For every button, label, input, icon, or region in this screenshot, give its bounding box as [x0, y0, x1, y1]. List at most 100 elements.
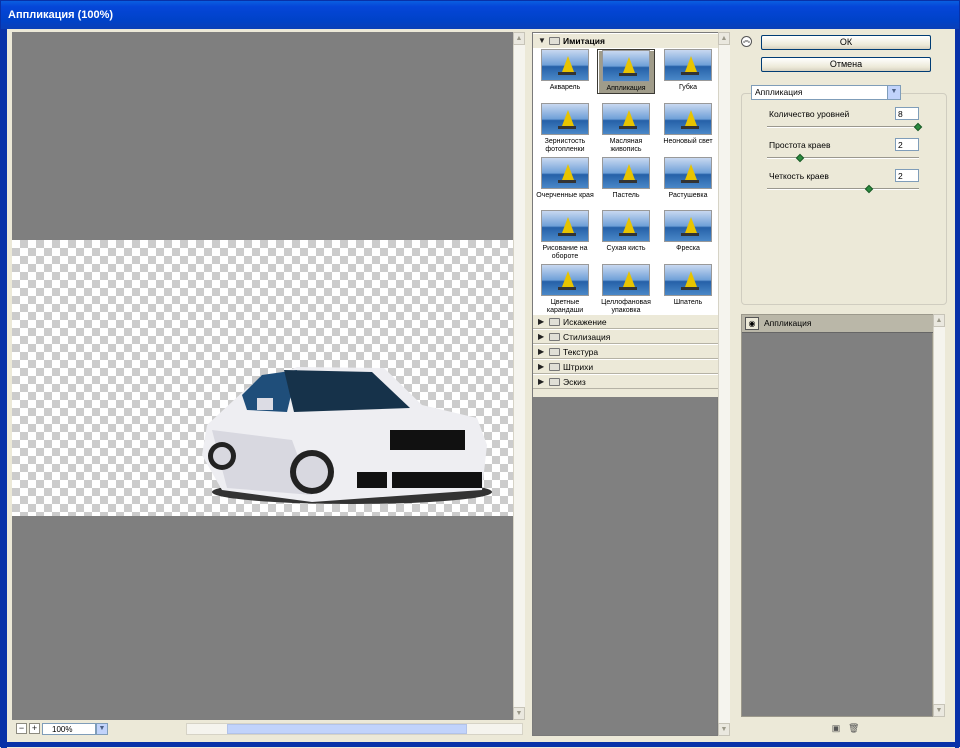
thumbnail-image — [602, 50, 650, 82]
filter-thumbnail[interactable]: Масляная живопись — [597, 103, 655, 154]
thumbnail-image — [541, 103, 589, 135]
triangle-right-icon: ▶ — [538, 347, 545, 356]
thumbnail-label: Шпатель — [673, 299, 703, 306]
thumbnail-label: Неоновый свет — [663, 138, 713, 145]
filter-thumbnail[interactable]: Растушевка — [659, 157, 717, 200]
eye-icon[interactable]: ◉ — [745, 317, 759, 330]
filter-select-value: Аппликация — [755, 87, 803, 97]
scroll-down-icon[interactable]: ▼ — [933, 704, 945, 717]
thumbnail-label: Зернистость фотопленки — [544, 138, 586, 153]
filter-thumbnail[interactable]: Очерченные края — [536, 157, 594, 200]
gallery-vertical-scrollbar[interactable]: ▲ ▼ — [718, 32, 730, 736]
thumbnail-image — [664, 157, 712, 189]
preview-area[interactable] — [12, 32, 513, 720]
filter-thumbnail[interactable]: Акварель — [536, 49, 594, 92]
folder-icon — [549, 363, 560, 371]
param-value-field[interactable]: 2 — [895, 138, 919, 151]
folder-icon — [549, 378, 560, 386]
param-value-field[interactable]: 2 — [895, 169, 919, 182]
window-frame-right — [955, 29, 959, 748]
param-slider[interactable] — [767, 184, 919, 194]
window-frame-left — [1, 29, 7, 748]
preview-horizontal-scrollbar[interactable] — [186, 723, 523, 735]
thumbnail-image — [541, 210, 589, 242]
new-layer-icon[interactable]: ▣ — [831, 724, 841, 734]
thumbnail-label: Растушевка — [668, 192, 708, 199]
param-value-field[interactable]: 8 — [895, 107, 919, 120]
preview-vertical-scrollbar[interactable]: ▲ ▼ — [513, 32, 525, 720]
chevron-up-icon[interactable]: ︽ — [741, 36, 752, 47]
thumbnail-image — [602, 210, 650, 242]
filter-thumbnail[interactable]: Целлофановая упаковка — [597, 264, 655, 315]
car-image — [202, 367, 492, 504]
filter-thumbnail[interactable]: Губка — [659, 49, 717, 92]
filter-thumbnail[interactable]: Пастель — [597, 157, 655, 200]
thumbnail-label: Пастель — [612, 192, 640, 199]
category-item[interactable]: ▶ Эскиз — [533, 374, 719, 389]
scroll-down-icon[interactable]: ▼ — [513, 707, 525, 720]
cancel-button[interactable]: Отмена — [761, 57, 931, 72]
thumbnail-image — [541, 157, 589, 189]
window-frame-bottom — [1, 742, 960, 746]
category-label: Штрихи — [563, 362, 594, 372]
zoom-out-button[interactable]: − — [16, 723, 27, 734]
scroll-up-icon[interactable]: ▲ — [513, 32, 525, 45]
triangle-right-icon: ▶ — [538, 317, 545, 326]
filter-thumbnail[interactable]: Сухая кисть — [597, 210, 655, 253]
filter-layers-panel: ◉ Аппликация — [741, 314, 933, 717]
chevron-down-icon[interactable]: ▼ — [887, 86, 900, 99]
thumbnail-label: Аппликация — [606, 85, 646, 92]
thumbnail-label: Масляная живопись — [609, 138, 643, 153]
scroll-up-icon[interactable]: ▲ — [933, 314, 945, 327]
thumbnail-label: Очерченные края — [536, 192, 594, 199]
filter-gallery: ▼ Имитация Акварель Аппликация Губка Зернис… — [532, 32, 719, 736]
thumbnail-image — [664, 49, 712, 81]
category-item[interactable]: ▶ Стилизация — [533, 329, 719, 344]
title-bar[interactable]: Аппликация (100%) — [1, 1, 959, 29]
filter-layer-row[interactable]: ◉ Аппликация — [742, 315, 933, 333]
category-item[interactable]: ▶ Текстура — [533, 344, 719, 359]
category-imitation[interactable]: ▼ Имитация — [533, 33, 719, 48]
folder-icon — [549, 348, 560, 356]
param-slider[interactable] — [767, 122, 923, 132]
category-item[interactable]: ▶ Штрихи — [533, 359, 719, 374]
filter-thumbnail[interactable]: Шпатель — [659, 264, 717, 307]
scroll-up-icon[interactable]: ▲ — [718, 32, 730, 45]
filter-thumbnail[interactable]: Неоновый свет — [659, 103, 717, 146]
filter-thumbnail[interactable]: Зернистость фотопленки — [536, 103, 594, 154]
folder-icon — [549, 318, 560, 326]
category-label: Эскиз — [563, 377, 586, 387]
filter-category-list: ▼ Имитация Акварель Аппликация Губка Зернис… — [533, 33, 719, 397]
chevron-down-icon[interactable]: ▼ — [96, 723, 108, 735]
thumbnail-image — [664, 264, 712, 296]
filter-thumbnail[interactable]: Рисование на обороте — [536, 210, 594, 261]
filter-thumbnail[interactable]: Аппликация — [597, 49, 655, 94]
filter-thumbnail[interactable]: Цветные карандаши — [536, 264, 594, 315]
thumbnail-label: Цветные карандаши — [546, 299, 584, 314]
param-label: Простота краев — [769, 140, 831, 150]
window-title: Аппликация (100%) — [8, 9, 114, 21]
thumbnail-label: Фреска — [676, 245, 700, 252]
triangle-right-icon: ▶ — [538, 362, 545, 371]
filter-gallery-window: Аппликация (100%) ▲ ▼ − + 100% ▼ ▼ Имита… — [0, 0, 960, 748]
zoom-in-button[interactable]: + — [29, 723, 40, 734]
zoom-level-field[interactable]: 100% — [42, 723, 96, 735]
layers-vertical-scrollbar[interactable]: ▲ ▼ — [933, 314, 945, 717]
category-label: Имитация — [563, 36, 605, 46]
trash-icon[interactable]: 🗑 — [848, 724, 859, 734]
preview-toolbar: − + 100% ▼ — [12, 721, 525, 736]
param-slider[interactable] — [767, 153, 919, 163]
category-item[interactable]: ▶ Искажение — [533, 314, 719, 329]
filter-select[interactable]: Аппликация ▼ — [751, 85, 901, 100]
ok-button[interactable]: ОК — [761, 35, 931, 50]
thumbnail-image — [602, 157, 650, 189]
thumbnail-label: Рисование на обороте — [542, 245, 588, 260]
folder-icon — [549, 37, 560, 45]
thumbnail-label: Сухая кисть — [606, 245, 646, 252]
layer-name: Аппликация — [764, 318, 812, 328]
thumbnail-image — [541, 49, 589, 81]
scroll-down-icon[interactable]: ▼ — [718, 723, 730, 736]
filter-thumbnail[interactable]: Фреска — [659, 210, 717, 253]
scroll-thumb[interactable] — [227, 724, 467, 734]
folder-icon — [549, 333, 560, 341]
